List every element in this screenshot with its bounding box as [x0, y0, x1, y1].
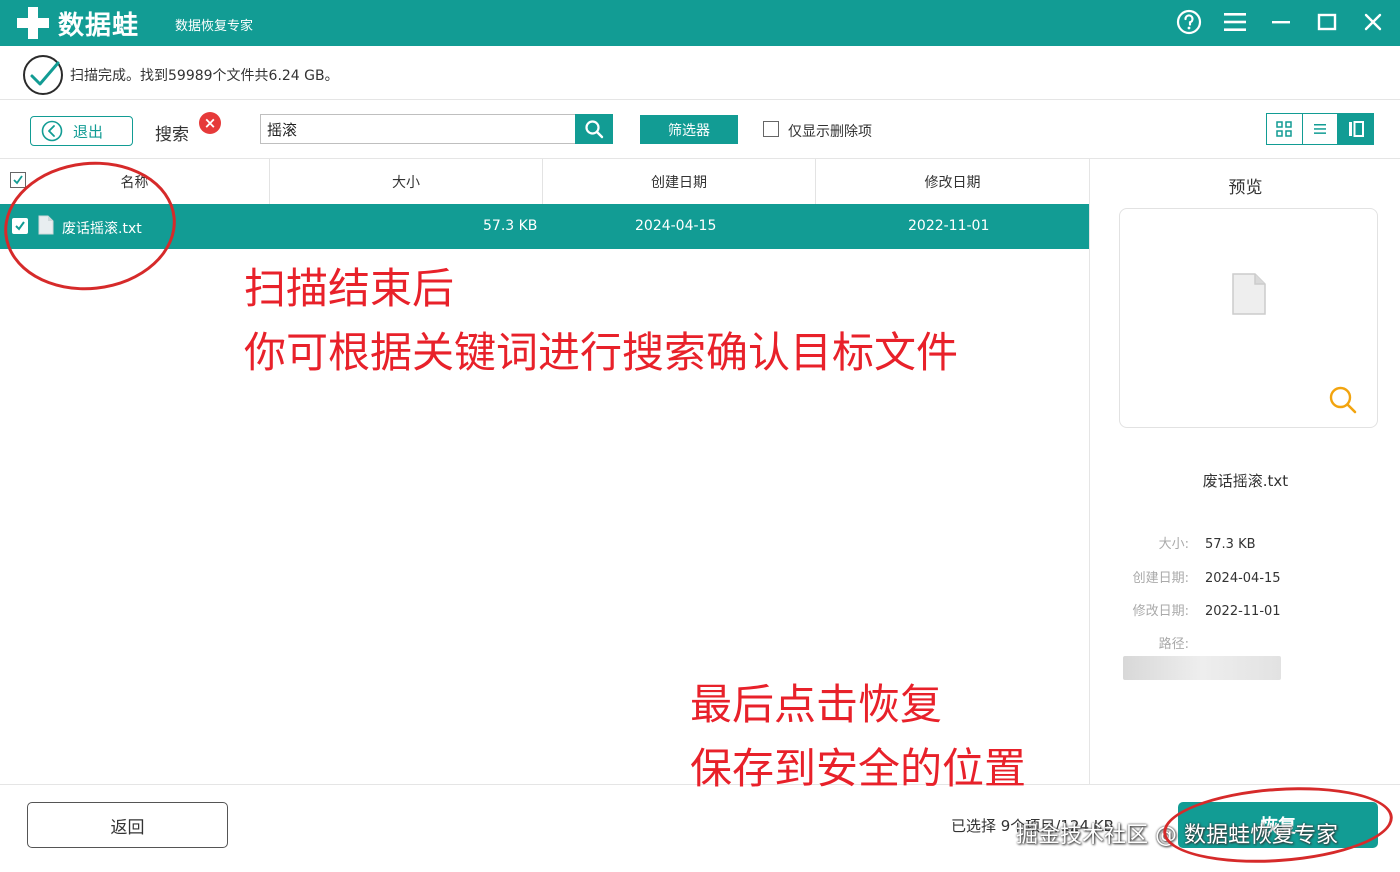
maximize-button[interactable]: [1314, 8, 1340, 36]
list-view-button[interactable]: [1303, 114, 1339, 144]
preview-path: 路径:: [1101, 633, 1189, 652]
exit-label: 退出: [73, 122, 104, 141]
preview-created: 创建日期: 2024-04-15: [1101, 567, 1281, 586]
app-subtitle: 数据恢复专家: [175, 19, 254, 34]
app-logo: 数据蛙: [14, 4, 139, 42]
menu-button[interactable]: [1222, 8, 1248, 36]
deleted-only-checkbox[interactable]: [763, 121, 779, 137]
preview-filename: 废话摇滚.txt: [1202, 472, 1289, 490]
app-brand: 数据蛙: [58, 10, 140, 41]
grid-view-button[interactable]: [1267, 114, 1303, 144]
column-header-modified[interactable]: 修改日期: [816, 159, 1089, 204]
detail-view-icon: [1348, 121, 1364, 137]
table-header: 名称 大小 创建日期 修改日期: [0, 159, 1089, 204]
menu-icon: [1224, 13, 1246, 31]
meta-value-modified: 2022-11-01: [1205, 604, 1281, 619]
checkmark-icon: [15, 221, 25, 231]
grid-view-icon: [1276, 121, 1293, 137]
row-created-date: 2024-04-15: [635, 218, 717, 234]
zoom-icon[interactable]: [1328, 385, 1358, 415]
column-label-name: 名称: [120, 174, 149, 191]
row-modified-date: 2022-11-01: [908, 218, 990, 234]
annotation-line-1: 扫描结束后: [244, 264, 455, 313]
search-input[interactable]: [260, 114, 576, 144]
column-header-name[interactable]: 名称: [0, 159, 270, 204]
preview-thumbnail: [1119, 208, 1378, 428]
filter-button[interactable]: 筛选器: [640, 115, 738, 144]
column-header-size[interactable]: 大小: [270, 159, 543, 204]
app-logo-icon: [17, 7, 49, 39]
row-filename: 废话摇滚.txt: [62, 221, 142, 237]
toolbar: 退出 搜索 × 筛选器 仅显示删除项: [0, 100, 1400, 158]
title-bar: 数据蛙 数据恢复专家: [0, 0, 1400, 46]
meta-label-created: 创建日期:: [1132, 571, 1189, 586]
exit-search-button[interactable]: 退出: [30, 116, 133, 146]
row-checkbox[interactable]: [12, 218, 28, 234]
checkmark-icon: [13, 175, 23, 185]
minimize-button[interactable]: [1268, 8, 1294, 36]
column-label-created: 创建日期: [651, 174, 707, 191]
select-all-checkbox[interactable]: [10, 172, 26, 188]
back-arrow-icon: [41, 120, 63, 142]
clear-icon: ×: [203, 114, 217, 132]
search-button[interactable]: [575, 114, 613, 144]
preview-title: 预览: [1228, 178, 1263, 198]
deleted-only-label: 仅显示删除项: [788, 124, 872, 140]
maximize-icon: [1317, 13, 1337, 31]
path-value-blurred: [1123, 656, 1281, 680]
column-header-created[interactable]: 创建日期: [543, 159, 816, 204]
minimize-icon: [1272, 21, 1290, 24]
meta-value-size: 57.3 KB: [1205, 537, 1256, 552]
list-view-icon: [1314, 124, 1326, 134]
preview-modified: 修改日期: 2022-11-01: [1101, 600, 1281, 619]
view-mode-toggle: [1266, 113, 1374, 145]
back-button[interactable]: 返回: [27, 802, 228, 848]
preview-size: 大小: 57.3 KB: [1101, 533, 1256, 552]
annotation-line-4: 保存到安全的位置: [690, 744, 1027, 793]
help-icon: [1176, 9, 1202, 35]
search-icon: [585, 120, 604, 139]
meta-label-modified: 修改日期:: [1132, 604, 1189, 619]
watermark: 掘金技术社区 @ 数据蛙恢复专家: [1016, 823, 1338, 848]
column-label-size: 大小: [392, 174, 420, 191]
preview-panel: 预览 废话摇滚.txt 大小: 57.3 KB 创建日期: 2024-04-15 修…: [1089, 158, 1400, 784]
close-icon: [1364, 13, 1382, 31]
table-row[interactable]: 废话摇滚.txt 57.3 KB 2024-04-15 2022-11-01: [0, 204, 1089, 249]
file-icon: [1232, 273, 1266, 315]
row-size: 57.3 KB: [483, 218, 538, 234]
meta-value-created: 2024-04-15: [1205, 571, 1281, 586]
clear-search-button[interactable]: ×: [199, 112, 221, 134]
column-label-modified: 修改日期: [924, 174, 981, 191]
help-button[interactable]: [1176, 8, 1202, 36]
scan-status-bar: 扫描完成。找到59989个文件共6.24 GB。: [0, 46, 1400, 100]
file-icon: [38, 215, 54, 235]
search-label: 搜索: [155, 125, 189, 145]
meta-label-path: 路径:: [1158, 637, 1189, 652]
detail-view-button[interactable]: [1338, 114, 1374, 144]
check-circle-icon: [23, 55, 63, 95]
meta-label-size: 大小:: [1158, 537, 1189, 552]
annotation-line-2: 你可根据关键词进行搜索确认目标文件: [244, 328, 959, 377]
annotation-line-3: 最后点击恢复: [690, 680, 943, 729]
close-button[interactable]: [1360, 8, 1386, 36]
scan-status-text: 扫描完成。找到59989个文件共6.24 GB。: [70, 68, 339, 84]
